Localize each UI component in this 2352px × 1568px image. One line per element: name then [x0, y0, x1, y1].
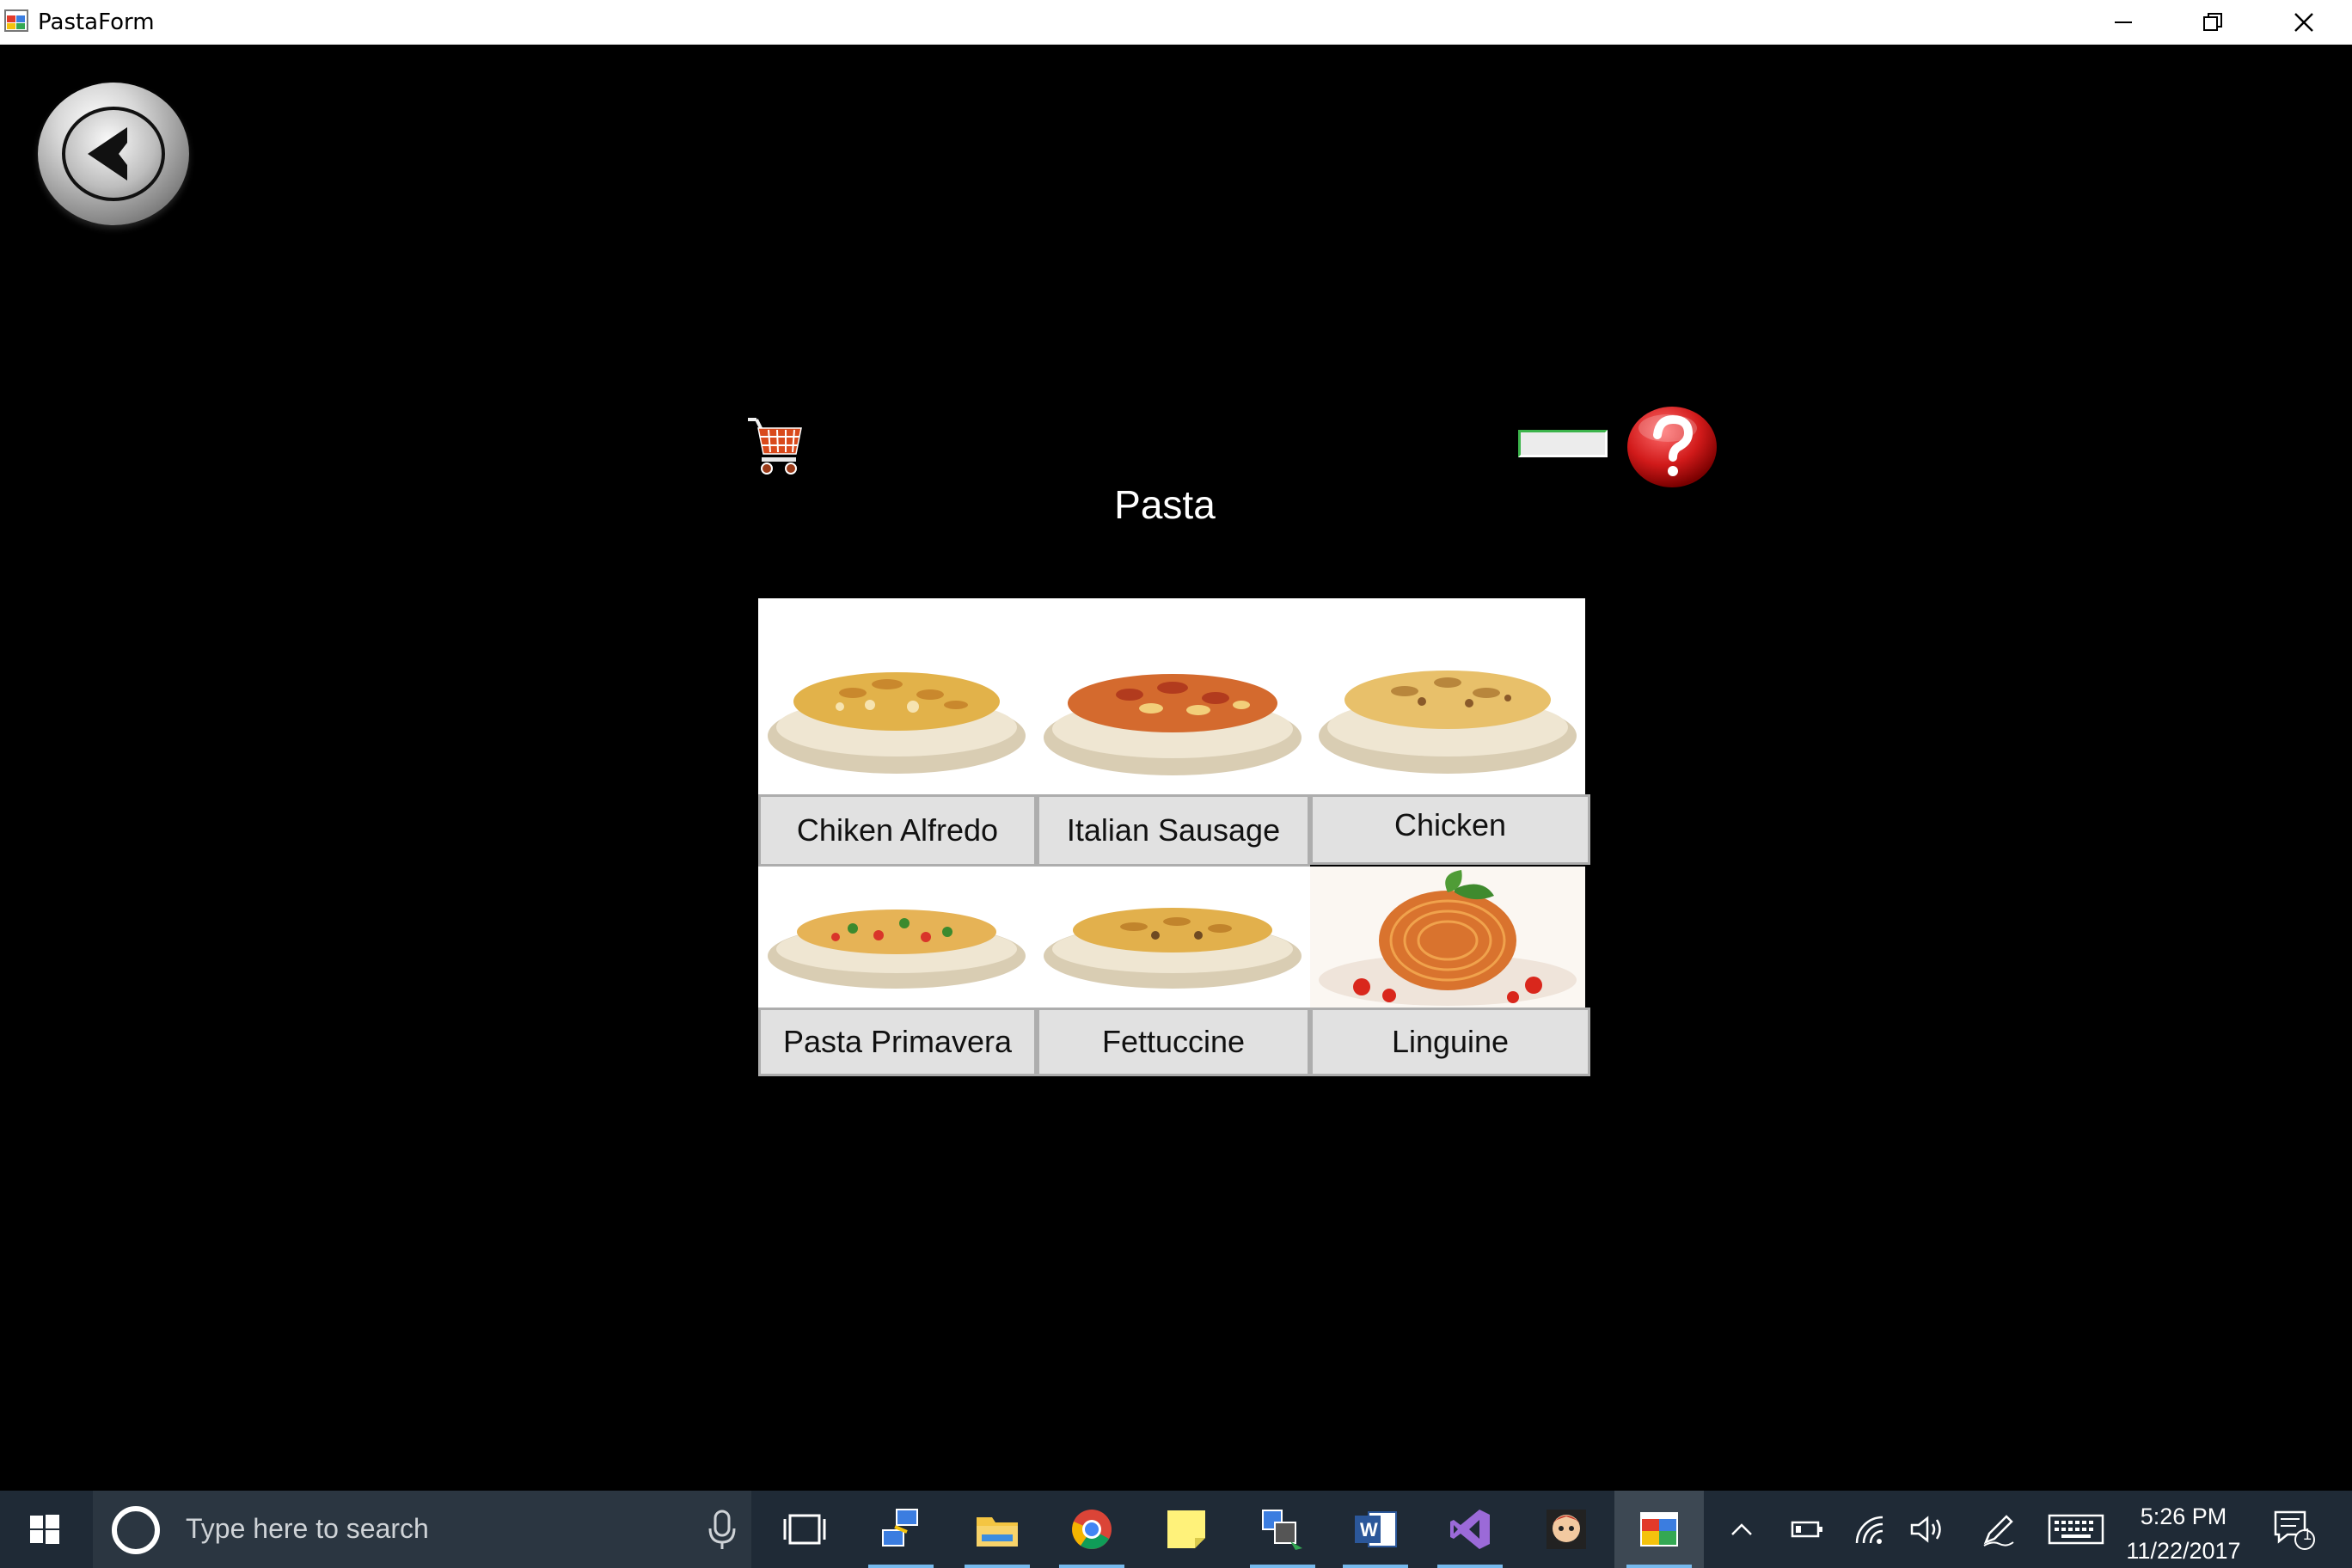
menu-button-chicken[interactable]: Chicken [1310, 794, 1590, 865]
pastaform-app-icon [1640, 1512, 1678, 1547]
taskbar-app-sticky-notes[interactable] [1142, 1491, 1231, 1568]
help-question-icon[interactable] [1625, 404, 1719, 490]
menu-button-pasta-primavera[interactable]: Pasta Primavera [758, 1008, 1037, 1076]
form-client-area: Pasta Chiken Alfredo Italian Sausage Chi… [0, 45, 2352, 1491]
keyboard-icon [2048, 1514, 2104, 1545]
volume-tray-button[interactable] [1900, 1491, 1955, 1568]
menu-button-fettuccine[interactable]: Fettuccine [1037, 1008, 1310, 1076]
app-icon [4, 9, 28, 32]
running-indicator [1626, 1565, 1692, 1568]
battery-tray-button[interactable] [1779, 1491, 1834, 1568]
taskbar-app-chrome[interactable] [1047, 1491, 1136, 1568]
sticky-notes-icon [1167, 1510, 1205, 1548]
taskbar-clock[interactable]: 5:26 PM 11/22/2017 [2120, 1499, 2247, 1568]
battery-icon [1791, 1521, 1822, 1538]
menu-button-label: Fettuccine [1101, 1024, 1246, 1059]
touch-keyboard-button[interactable] [2039, 1491, 2113, 1568]
chrome-icon [1072, 1510, 1112, 1549]
remote-tool-icon [1262, 1510, 1302, 1550]
menu-button-linguine[interactable]: Linguine [1310, 1008, 1590, 1076]
window-title-bar: PastaForm [0, 0, 2352, 45]
running-indicator [1250, 1565, 1315, 1568]
restore-icon [2203, 13, 2222, 31]
network-tray-button[interactable] [1843, 1491, 1898, 1568]
dish-image-chicken [1310, 598, 1585, 794]
wifi-icon [1855, 1516, 1883, 1544]
clock-time: 5:26 PM [2140, 1504, 2227, 1529]
dish-image-chicken-alfredo [758, 598, 1035, 794]
clock-date: 11/22/2017 [2126, 1538, 2241, 1564]
quantity-textbox[interactable] [1518, 430, 1608, 457]
taskbar-app-remote-tool[interactable] [1238, 1491, 1327, 1568]
task-view-button[interactable] [760, 1491, 849, 1568]
search-placeholder: Type here to search [186, 1513, 429, 1544]
close-icon [2294, 13, 2313, 32]
dish-image-pasta-primavera [758, 867, 1035, 1008]
taskbar-app-network-tool[interactable] [856, 1491, 946, 1568]
notification-count-badge: 1 [2302, 1526, 2312, 1543]
back-arrow-icon [62, 107, 165, 201]
page-title: Pasta [1114, 482, 1216, 527]
game-app-icon [1547, 1510, 1586, 1549]
menu-button-label: Chiken Alfredo [796, 812, 999, 848]
window-title: PastaForm [38, 9, 155, 35]
windows-logo-icon [30, 1515, 59, 1544]
microphone-icon[interactable] [705, 1510, 739, 1551]
visual-studio-icon [1450, 1510, 1490, 1549]
shopping-cart-icon[interactable] [746, 414, 805, 476]
start-button[interactable] [0, 1491, 89, 1568]
running-indicator [965, 1565, 1030, 1568]
windows-taskbar: Type here to search W 5:26 PM 11/22/2017… [0, 1491, 2352, 1568]
back-button[interactable] [38, 83, 189, 225]
menu-button-label: Italian Sausage [1066, 812, 1281, 848]
running-indicator [1059, 1565, 1124, 1568]
taskbar-app-game[interactable] [1522, 1491, 1611, 1568]
action-center-button[interactable]: 1 [2259, 1491, 2328, 1568]
taskbar-app-visual-studio[interactable] [1425, 1491, 1515, 1568]
minimize-button[interactable] [2079, 0, 2168, 45]
show-hidden-icons-button[interactable] [1718, 1491, 1766, 1568]
menu-button-italian-sausage[interactable]: Italian Sausage [1037, 794, 1310, 867]
task-view-icon [783, 1514, 826, 1545]
chevron-up-icon [1731, 1523, 1752, 1535]
pen-icon [1983, 1515, 2014, 1547]
menu-button-label: Chicken [1393, 807, 1507, 842]
network-tool-icon [882, 1509, 918, 1547]
speaker-icon [1910, 1516, 1941, 1543]
cortana-icon[interactable] [112, 1506, 160, 1554]
running-indicator [1343, 1565, 1408, 1568]
minimize-icon [2115, 21, 2132, 23]
restore-button[interactable] [2168, 0, 2257, 45]
taskbar-search-box[interactable]: Type here to search [93, 1491, 751, 1568]
menu-button-label: Linguine [1391, 1024, 1510, 1059]
dish-image-fettuccine [1035, 867, 1310, 1008]
menu-button-chiken-alfredo[interactable]: Chiken Alfredo [758, 794, 1037, 867]
word-icon: W [1355, 1511, 1397, 1547]
running-indicator [868, 1565, 934, 1568]
folder-icon [977, 1517, 1018, 1547]
running-indicator [1437, 1565, 1503, 1568]
menu-button-label: Pasta Primavera [782, 1024, 1013, 1059]
close-button[interactable] [2259, 0, 2349, 45]
taskbar-app-pastaform[interactable] [1614, 1491, 1704, 1568]
taskbar-app-word[interactable]: W [1331, 1491, 1420, 1568]
pen-workspace-button[interactable] [1969, 1491, 2029, 1568]
svg-text:W: W [1360, 1519, 1378, 1540]
taskbar-app-file-explorer[interactable] [952, 1491, 1042, 1568]
dish-image-italian-sausage [1035, 598, 1310, 794]
dish-image-linguine [1310, 867, 1585, 1008]
